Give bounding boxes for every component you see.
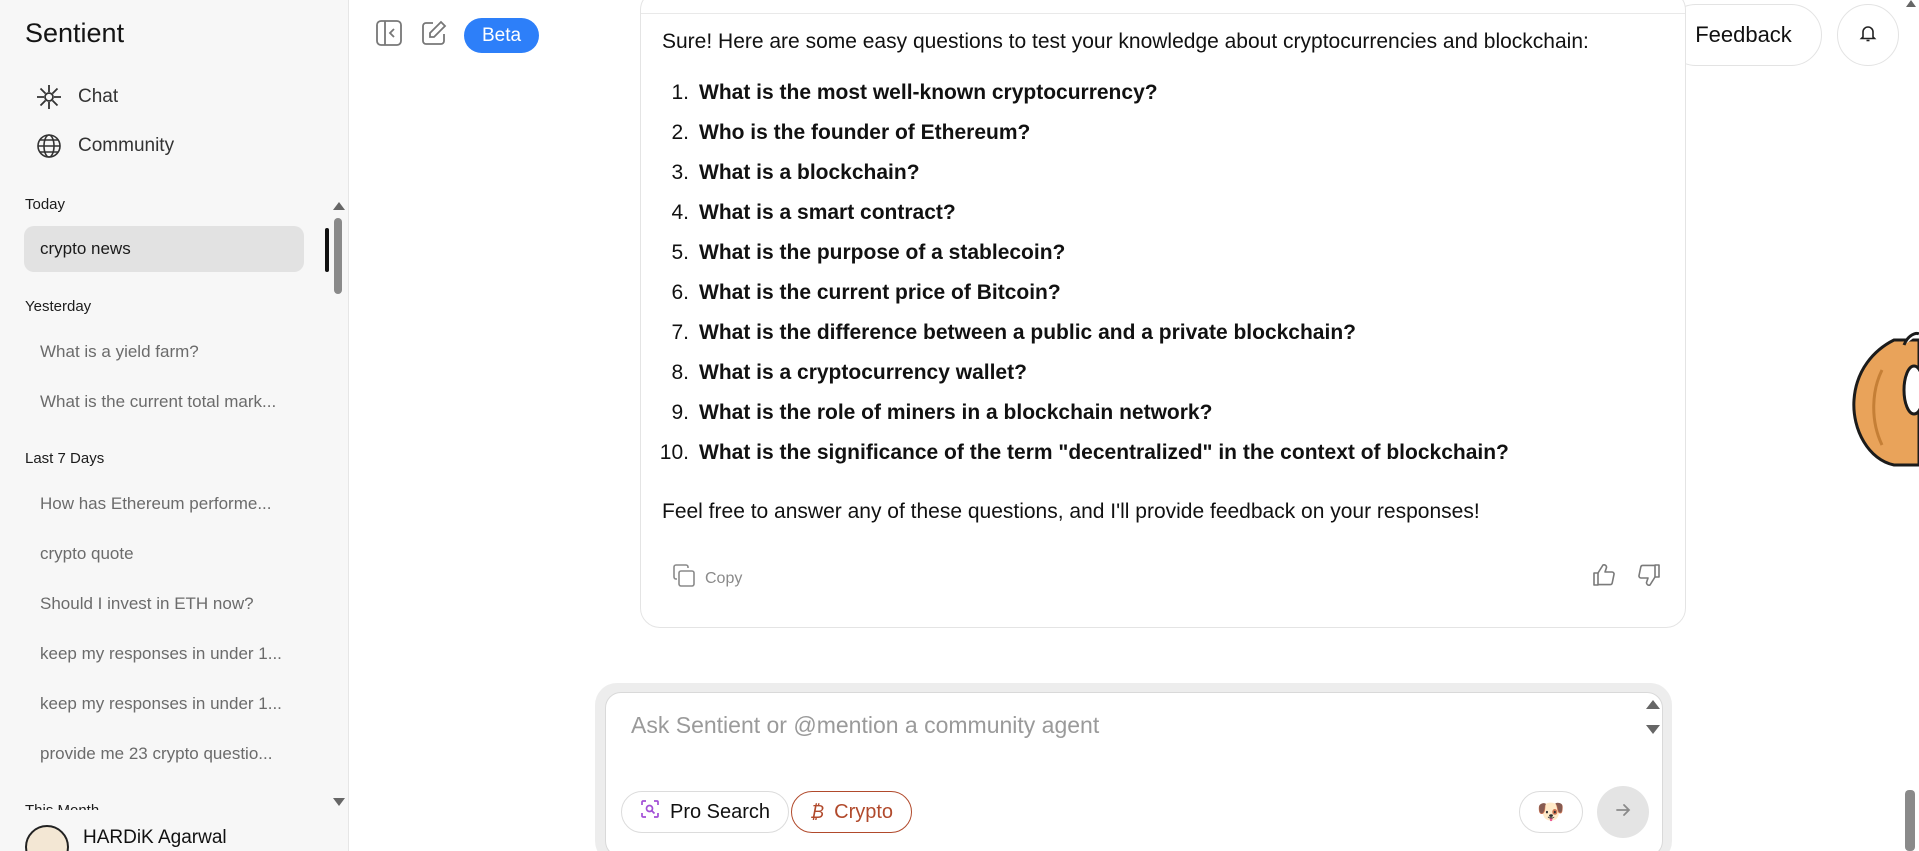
list-item: 3. What is a blockchain?: [671, 161, 920, 184]
message-intro: Sure! Here are some easy questions to te…: [662, 30, 1589, 53]
list-item: 6. What is the current price of Bitcoin?: [671, 281, 1061, 304]
scan-search-icon: [640, 799, 660, 825]
sidebar: Sentient Chat Community Today crypto new…: [0, 0, 349, 851]
list-item: 5. What is the purpose of a stablecoin?: [671, 241, 1066, 264]
sidebar-scrollbar[interactable]: [330, 196, 346, 808]
thumbs-up-icon[interactable]: [1591, 562, 1617, 593]
chat-history: Today crypto news Yesterday What is a yi…: [0, 192, 330, 810]
list-item: 10. What is the significance of the term …: [659, 441, 1509, 464]
history-item[interactable]: keep my responses in under 1...: [24, 681, 304, 727]
scrollbar-thumb[interactable]: [334, 218, 342, 294]
nav-community-label: Community: [78, 135, 175, 156]
nav-community[interactable]: Community: [36, 133, 174, 159]
send-button[interactable]: [1597, 786, 1649, 838]
history-item[interactable]: Should I invest in ETH now?: [24, 581, 304, 627]
input-scroll-down-icon[interactable]: [1646, 725, 1660, 734]
history-item[interactable]: What is the current total mark...: [24, 379, 304, 425]
sentient-logo-icon: [36, 84, 62, 110]
pro-search-label: Pro Search: [670, 800, 771, 823]
page-scrollbar-thumb[interactable]: [1905, 790, 1915, 851]
crypto-button[interactable]: ₿ Crypto: [791, 791, 913, 833]
input-scroll-up-icon[interactable]: [1646, 700, 1660, 709]
nav-chat[interactable]: Chat: [36, 84, 118, 110]
beta-badge: Beta: [464, 18, 540, 53]
list-item: 4. What is a smart contract?: [671, 201, 956, 224]
thumbs-down-icon[interactable]: [1636, 562, 1662, 593]
history-item[interactable]: What is a yield farm?: [24, 329, 304, 375]
globe-icon: [36, 133, 62, 159]
copy-label: Copy: [705, 569, 743, 587]
bell-icon: [1859, 24, 1877, 47]
mascot-illustration: [1834, 330, 1919, 495]
section-last-7-days: Last 7 Days: [25, 450, 105, 467]
pro-search-button[interactable]: Pro Search: [621, 791, 790, 833]
app-title: Sentient: [25, 18, 125, 48]
assistant-message: Sure! Here are some easy questions to te…: [640, 0, 1686, 628]
history-item[interactable]: How has Ethereum performe...: [24, 481, 304, 527]
list-item: 8. What is a cryptocurrency wallet?: [671, 361, 1027, 384]
avatar: [25, 825, 69, 851]
page-scroll-up-icon[interactable]: [1906, 0, 1916, 7]
section-today: Today: [25, 196, 66, 213]
history-item[interactable]: crypto quote: [24, 531, 304, 577]
list-item: 1. What is the most well-known cryptocurr…: [671, 81, 1158, 104]
bitcoin-icon: ₿: [810, 801, 825, 822]
history-item[interactable]: keep my responses in under 1...: [24, 631, 304, 677]
user-name: HARDiK Agarwal: [83, 827, 227, 848]
copy-icon: [671, 563, 697, 594]
list-item: 2. Who is the founder of Ethereum?: [671, 121, 1031, 144]
chat-input-placeholder[interactable]: Ask Sentient or @mention a community age…: [631, 712, 1099, 739]
active-indicator: [325, 228, 329, 272]
list-item: 9. What is the role of miners in a blockc…: [671, 401, 1213, 424]
user-profile[interactable]: HARDiK Agarwal: [25, 825, 227, 851]
scroll-down-icon[interactable]: [333, 798, 345, 806]
feedback-button[interactable]: Feedback: [1665, 4, 1822, 66]
dog-icon: 🐶: [1537, 799, 1565, 824]
arrow-right-icon: [1614, 801, 1632, 824]
question-list: 1. What is the most well-known cryptocurr…: [659, 73, 1509, 473]
sidebar-collapse-icon[interactable]: [375, 19, 403, 47]
crypto-label: Crypto: [834, 800, 894, 823]
agent-mascot-button[interactable]: 🐶: [1519, 791, 1583, 833]
history-item[interactable]: provide me 23 crypto questio...: [24, 731, 304, 777]
edit-icon[interactable]: [420, 19, 448, 47]
scroll-up-icon[interactable]: [333, 202, 345, 210]
message-outro: Feel free to answer any of these questio…: [662, 500, 1480, 523]
list-item: 7. What is the difference between a publi…: [671, 321, 1356, 344]
copy-button[interactable]: Copy: [671, 563, 742, 594]
section-this-month: This Month: [25, 802, 99, 810]
history-item[interactable]: crypto news: [24, 226, 304, 272]
divider: [641, 13, 1685, 14]
section-yesterday: Yesterday: [25, 298, 92, 315]
notifications-button[interactable]: [1837, 4, 1899, 66]
nav-chat-label: Chat: [78, 86, 119, 107]
